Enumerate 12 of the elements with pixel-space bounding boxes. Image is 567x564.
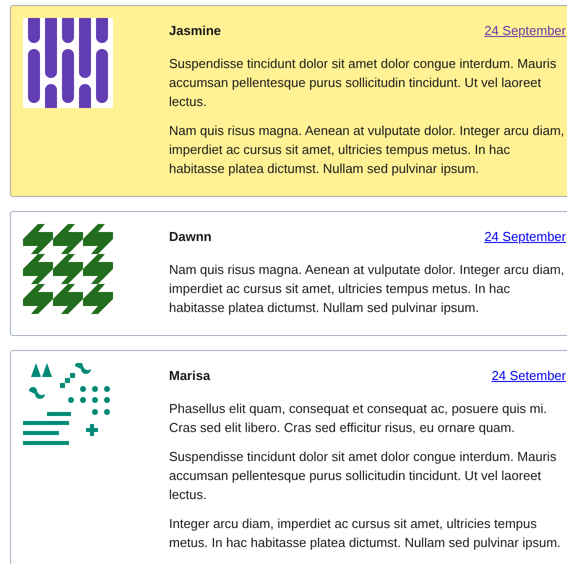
- body-paragraph: Phasellus elit quam, consequat et consequat ac, posuere quis mi. Cras sed elit libero. Cras sed efficitur risus, eu ornare quam.: [169, 400, 548, 437]
- author-name: Marisa: [169, 367, 210, 385]
- body-paragraph: Nam quis risus magna. Aenean at vulputate dolor. Integer arcu diam, imperdiet ac cursus sit amet, ultricies tempus metus. In hac habitasse platea dictumst. Nullam sed pulvinar ipsum.: [169, 261, 566, 317]
- author-name: Dawnn: [169, 228, 212, 246]
- body-paragraph: Integer arcu diam, imperdiet ac cursus sit amet, ultricies tempus metus. In hac habitasse platea dictumst. Nullam sed pulvinar ipsum.: [169, 515, 562, 552]
- date-link[interactable]: 24 September: [484, 227, 566, 246]
- body-paragraph: Suspendisse tincidunt dolor sit amet dolor congue interdum. Mauris accumsan pellentesque purus sollicitudin tincidunt. Ut vel laoreet lectus.: [169, 55, 558, 111]
- date-link[interactable]: 24 September: [484, 21, 566, 40]
- body-paragraph: Nam quis risus magna. Aenean at vulputate dolor. Integer arcu diam, imperdiet ac cursus sit amet, ultricies tempus metus. In hac habitasse platea dictumst. Nullam sed pulvinar ipsum.: [169, 122, 566, 178]
- author-name: Jasmine: [169, 22, 222, 40]
- body-paragraph: Suspendisse tincidunt dolor sit amet dolor congue interdum. Mauris accumsan pellentesque purus sollicitudin tincidunt. Ut vel laoreet lectus.: [169, 448, 558, 504]
- date-link[interactable]: 24 Setember: [492, 366, 566, 385]
